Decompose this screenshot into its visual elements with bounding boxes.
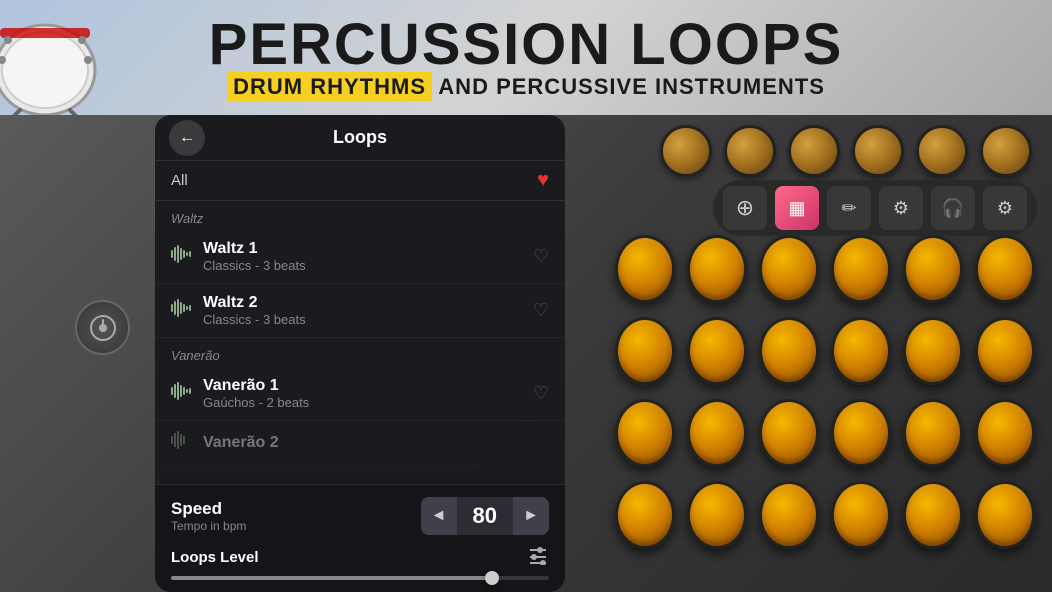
level-label: Loops Level: [171, 549, 527, 566]
loop-item-waltz-2[interactable]: Waltz 2 Classics - 3 beats ♡: [155, 284, 565, 338]
drum-pad[interactable]: [831, 481, 891, 549]
level-mixer-icon[interactable]: [527, 545, 549, 570]
section-vanerao-label: Vanerão: [155, 338, 565, 367]
knob-1[interactable]: [660, 125, 712, 177]
toolbar-settings-icon[interactable]: ⚙: [983, 186, 1027, 230]
drum-pad[interactable]: [903, 481, 963, 549]
loop-info-waltz-2: Waltz 2 Classics - 3 beats: [203, 294, 533, 327]
tabs-row: All ♥: [155, 161, 565, 201]
drum-pad[interactable]: [687, 317, 747, 385]
drum-pad[interactable]: [975, 481, 1035, 549]
knob-3[interactable]: [788, 125, 840, 177]
drum-pad[interactable]: [759, 399, 819, 467]
loop-info-waltz-1: Waltz 1 Classics - 3 beats: [203, 240, 533, 273]
drum-decoration: [0, 0, 100, 115]
slider-thumb[interactable]: [485, 571, 499, 585]
slider-track: [171, 576, 549, 580]
speed-label-group: Speed Tempo in bpm: [171, 499, 421, 533]
loop-item-waltz-1[interactable]: Waltz 1 Classics - 3 beats ♡: [155, 230, 565, 284]
drum-pad[interactable]: [975, 399, 1035, 467]
speed-sublabel: Tempo in bpm: [171, 519, 421, 533]
loops-level-slider[interactable]: [171, 576, 549, 580]
banner: PERCUSSION LOOPS DRUM RHYTHMS AND PERCUS…: [0, 0, 1052, 115]
drum-pad[interactable]: [903, 399, 963, 467]
banner-subtitle: DRUM RHYTHMS AND PERCUSSIVE INSTRUMENTS: [227, 74, 825, 100]
bottom-controls: Speed Tempo in bpm ◄ 80 ► Loops Level: [155, 484, 565, 592]
loop-heart-vanerao-1[interactable]: ♡: [533, 383, 549, 404]
waveform-icon: [171, 299, 191, 322]
drum-pad[interactable]: [903, 317, 963, 385]
slider-fill: [171, 576, 492, 580]
loop-item-vanerao-2[interactable]: Vanerão 2: [155, 421, 565, 465]
bpm-value: 80: [457, 499, 513, 533]
loops-panel: ← Loops All ♥ Waltz: [155, 115, 565, 592]
drum-pad[interactable]: [615, 317, 675, 385]
knob-6[interactable]: [980, 125, 1032, 177]
tab-all[interactable]: All: [171, 172, 188, 189]
drum-pad[interactable]: [687, 481, 747, 549]
drum-pad[interactable]: [615, 235, 675, 303]
metronome-button[interactable]: [75, 300, 130, 355]
speed-row: Speed Tempo in bpm ◄ 80 ►: [171, 497, 549, 535]
loop-meta: Classics - 3 beats: [203, 258, 533, 273]
subtitle-highlight: DRUM RHYTHMS: [227, 72, 432, 101]
drum-pad[interactable]: [831, 399, 891, 467]
knob-4[interactable]: [852, 125, 904, 177]
loop-meta: Gaúchos - 2 beats: [203, 395, 533, 410]
favorites-tab[interactable]: ♥: [537, 169, 549, 192]
drum-pad[interactable]: [831, 235, 891, 303]
waveform-icon: [171, 382, 191, 405]
loop-name: Vanerão 2: [203, 434, 549, 452]
loop-heart-waltz-2[interactable]: ♡: [533, 300, 549, 321]
drum-pad[interactable]: [975, 235, 1035, 303]
loop-item-vanerao-1[interactable]: Vanerão 1 Gaúchos - 2 beats ♡: [155, 367, 565, 421]
loops-list: Waltz Waltz 1 Classics -: [155, 201, 565, 484]
bpm-control: ◄ 80 ►: [421, 497, 549, 535]
main-content: ⊕ ▦ ✏ ⚙ 🎧 ⚙ ← Loops All ♥: [0, 115, 1052, 592]
toolbar-mixer-icon[interactable]: ⚙: [879, 186, 923, 230]
loop-heart-waltz-1[interactable]: ♡: [533, 246, 549, 267]
toolbar: ⊕ ▦ ✏ ⚙ 🎧 ⚙: [713, 180, 1037, 236]
panel-header: ← Loops: [155, 115, 565, 161]
drum-pad[interactable]: [687, 399, 747, 467]
drum-pads-grid: [615, 235, 1037, 553]
section-waltz-label: Waltz: [155, 201, 565, 230]
waveform-icon: [171, 245, 191, 268]
toolbar-loop-icon[interactable]: ⊕: [723, 186, 767, 230]
loop-name: Vanerão 1: [203, 377, 533, 395]
drum-pad[interactable]: [759, 317, 819, 385]
drum-pad[interactable]: [615, 399, 675, 467]
panel-title: Loops: [333, 127, 387, 148]
loop-name: Waltz 2: [203, 294, 533, 312]
knob-5[interactable]: [916, 125, 968, 177]
top-knobs-row: [640, 115, 1052, 187]
toolbar-edit-icon[interactable]: ✏: [827, 186, 871, 230]
speed-label: Speed: [171, 499, 421, 519]
drum-pad[interactable]: [759, 235, 819, 303]
bpm-decrease-button[interactable]: ◄: [421, 497, 457, 535]
toolbar-sequencer-icon[interactable]: ▦: [775, 186, 819, 230]
back-icon: ←: [179, 129, 195, 147]
knob-2[interactable]: [724, 125, 776, 177]
drum-pad[interactable]: [615, 481, 675, 549]
loop-name: Waltz 1: [203, 240, 533, 258]
loop-info-vanerao-2: Vanerão 2: [203, 434, 549, 452]
subtitle-rest: AND PERCUSSIVE INSTRUMENTS: [432, 74, 825, 99]
drum-pad[interactable]: [975, 317, 1035, 385]
bpm-increase-button[interactable]: ►: [513, 497, 549, 535]
level-row: Loops Level: [171, 545, 549, 570]
drum-pad[interactable]: [903, 235, 963, 303]
banner-title: PERCUSSION LOOPS: [209, 16, 844, 74]
toolbar-headphones-icon[interactable]: 🎧: [931, 186, 975, 230]
loop-info-vanerao-1: Vanerão 1 Gaúchos - 2 beats: [203, 377, 533, 410]
drum-pad[interactable]: [687, 235, 747, 303]
drum-pad[interactable]: [831, 317, 891, 385]
drum-pad[interactable]: [759, 481, 819, 549]
loop-meta: Classics - 3 beats: [203, 312, 533, 327]
back-button[interactable]: ←: [169, 120, 205, 156]
waveform-icon: [171, 431, 191, 454]
